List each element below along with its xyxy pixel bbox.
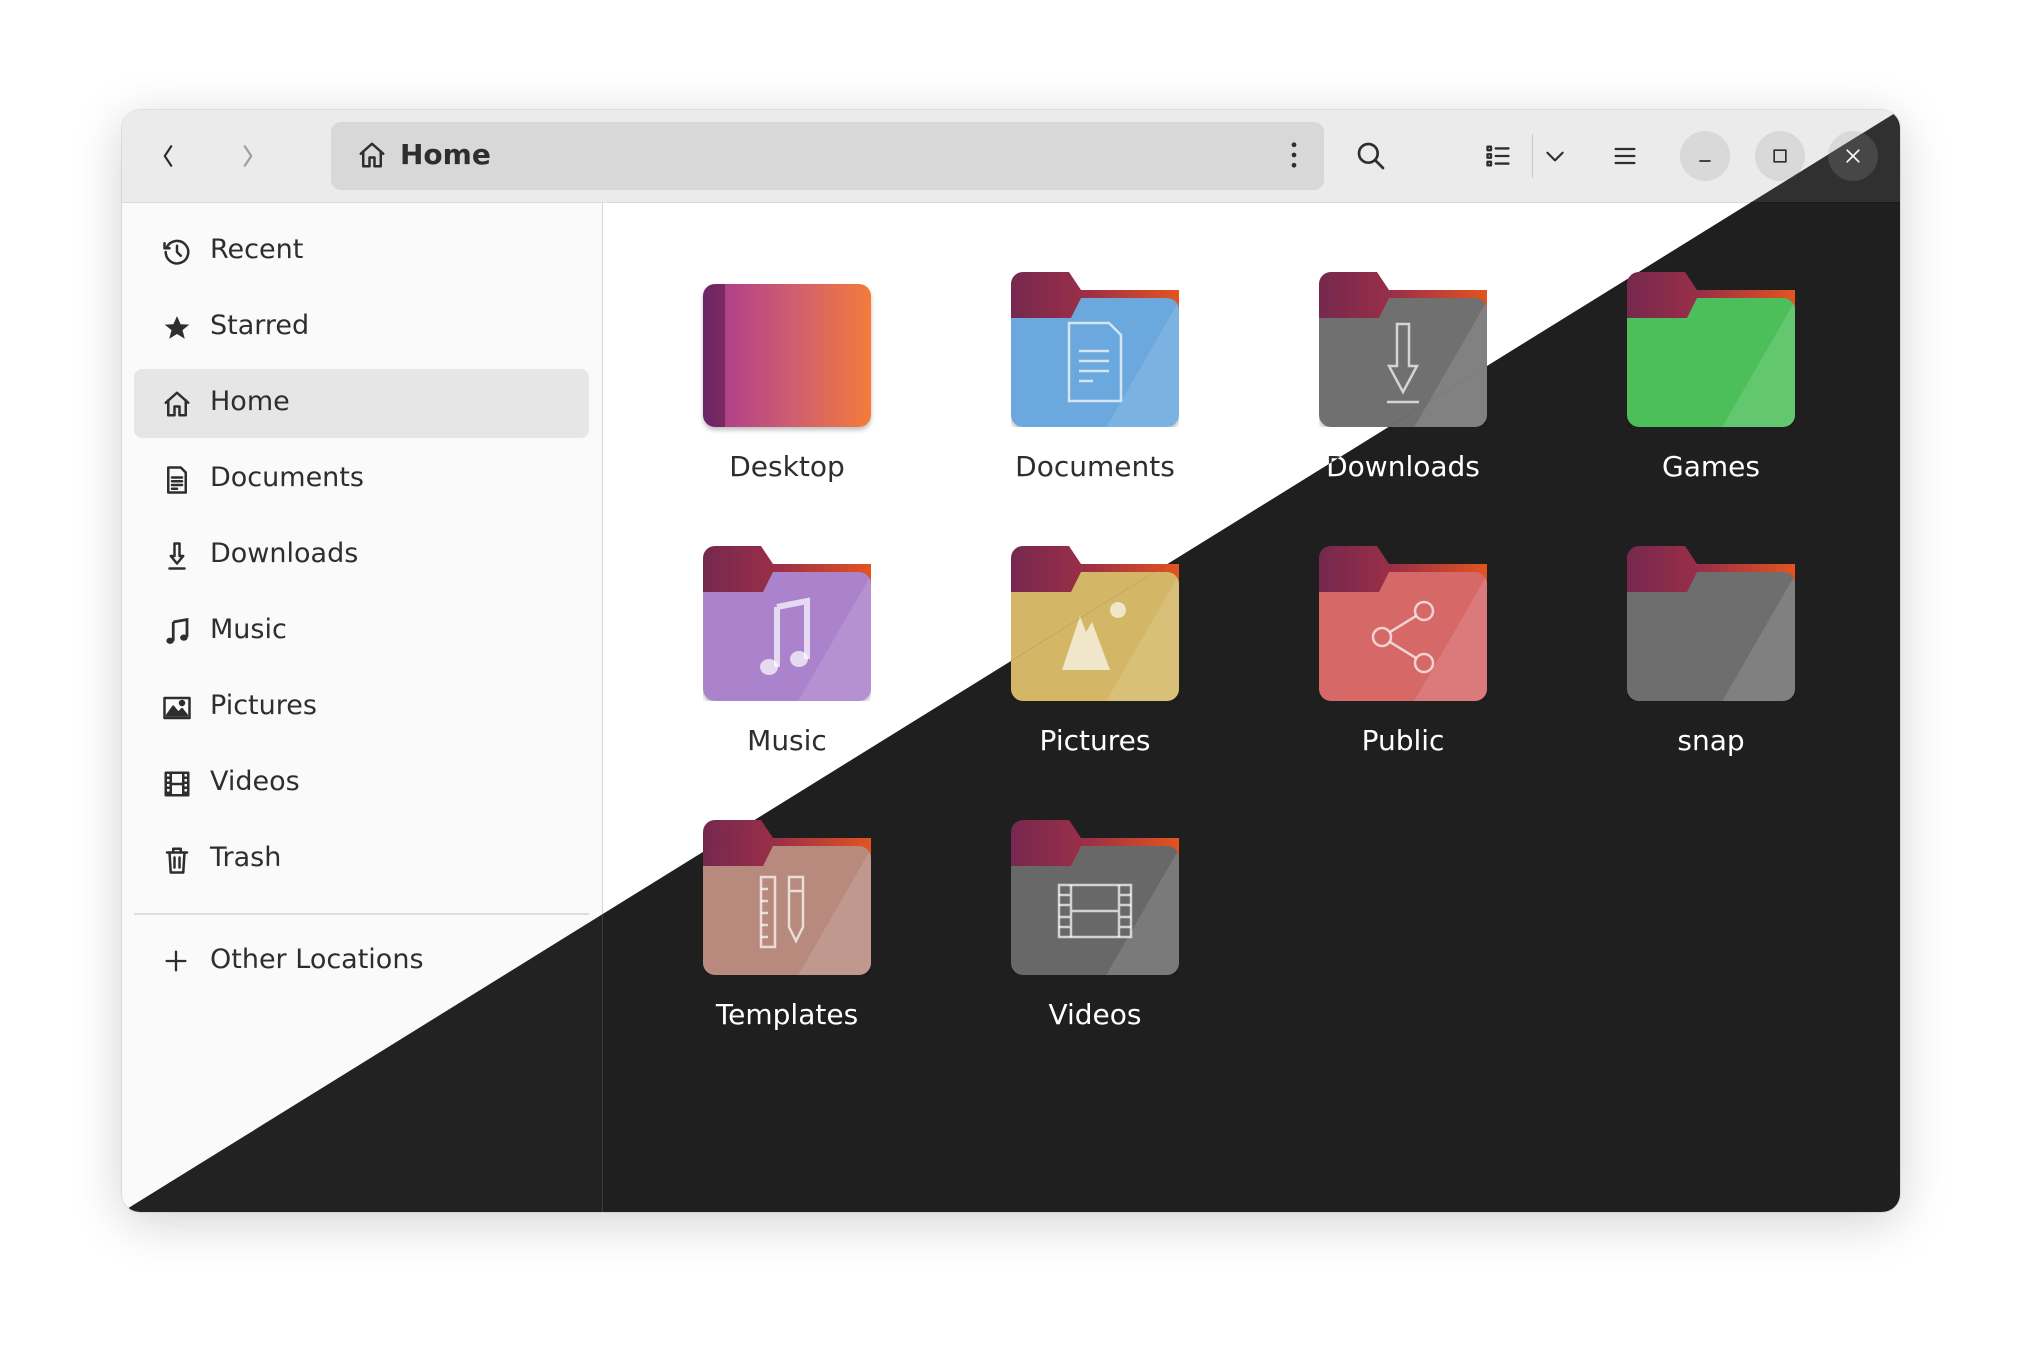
file-name: Templates (715, 998, 859, 1031)
view-toggle-button[interactable] (1474, 132, 1522, 180)
document-icon (162, 465, 192, 495)
star-icon (162, 313, 192, 343)
sidebar-item-label: Music (210, 614, 287, 645)
file-item-games[interactable]: Games (1557, 272, 1865, 542)
file-name: Desktop (729, 450, 845, 483)
music-note-icon (162, 617, 192, 647)
document-glyph-icon (1011, 298, 1179, 427)
close-icon (1843, 146, 1863, 166)
folder-icon (1627, 272, 1795, 427)
sidebar-item-label: Other Locations (210, 944, 424, 975)
file-item-snap[interactable]: snap (1557, 546, 1865, 816)
plus-icon (162, 947, 192, 977)
chevron-right-icon (235, 143, 261, 169)
download-icon (162, 541, 192, 571)
back-button[interactable] (144, 132, 192, 180)
sidebar-item-home[interactable]: Home (134, 369, 589, 438)
file-name: Games (1662, 450, 1760, 483)
sidebar-item-trash[interactable]: Trash (134, 825, 589, 894)
sidebar-item-label: Downloads (210, 538, 359, 569)
folder-icon (1011, 272, 1179, 427)
folder-icon (703, 546, 871, 701)
header-bar: Home (122, 110, 1900, 203)
file-name: Videos (1048, 998, 1142, 1031)
home-icon (162, 389, 192, 419)
file-name: Public (1361, 724, 1445, 757)
sidebar-item-label: Recent (210, 234, 304, 265)
sidebar-divider (134, 913, 589, 915)
file-item-documents[interactable]: Documents (941, 272, 1249, 542)
sidebar-item-label: Trash (210, 842, 282, 873)
minimize-icon (1695, 146, 1715, 166)
forward-button[interactable] (224, 132, 272, 180)
share-glyph-icon (1319, 572, 1487, 701)
sidebar-item-documents[interactable]: Documents (134, 445, 589, 514)
folder-icon (1627, 546, 1795, 701)
hamburger-menu-icon (1611, 142, 1639, 170)
template-glyph-icon (703, 846, 871, 975)
view-options-button[interactable] (1531, 132, 1579, 180)
sidebar-item-label: Documents (210, 462, 364, 493)
main-menu-button[interactable] (1601, 132, 1649, 180)
location-label: Home (400, 138, 491, 171)
chevron-left-icon (155, 143, 181, 169)
search-icon (1355, 140, 1387, 172)
clock-icon (162, 237, 192, 267)
sidebar-item-label: Videos (210, 766, 300, 797)
home-icon (357, 140, 387, 174)
file-item-videos[interactable]: Videos (941, 820, 1249, 1090)
music-glyph-icon (703, 572, 871, 701)
desktop-folder-body (703, 284, 871, 427)
sidebar-item-starred[interactable]: Starred (134, 293, 589, 362)
chevron-down-icon (1542, 143, 1568, 169)
file-manager-window: Home Recent Starred Home Documents Downloads M… (122, 110, 1900, 1212)
film-icon (162, 769, 192, 799)
sidebar-item-recent[interactable]: Recent (134, 217, 589, 286)
sidebar-item-downloads[interactable]: Downloads (134, 521, 589, 590)
kebab-menu-icon[interactable] (1290, 138, 1298, 176)
folder-icon (703, 820, 871, 975)
file-name: snap (1677, 724, 1745, 757)
sidebar-item-label: Starred (210, 310, 310, 341)
maximize-icon (1770, 146, 1790, 166)
folder-icon (703, 272, 871, 427)
picture-icon (162, 693, 192, 723)
file-item-public[interactable]: Public (1249, 546, 1557, 816)
file-item-desktop[interactable]: Desktop (633, 272, 941, 542)
file-name: Pictures (1039, 724, 1151, 757)
list-view-icon (1484, 142, 1512, 170)
search-button[interactable] (1347, 132, 1395, 180)
sidebar-item-pictures[interactable]: Pictures (134, 673, 589, 742)
sidebar-item-videos[interactable]: Videos (134, 749, 589, 818)
minimize-button[interactable] (1680, 131, 1730, 181)
sidebar-item-label: Home (210, 386, 290, 417)
file-name: Documents (1015, 450, 1175, 483)
sidebar-item-music[interactable]: Music (134, 597, 589, 666)
folder-icon (1011, 820, 1179, 975)
maximize-button[interactable] (1755, 131, 1805, 181)
location-bar[interactable]: Home (331, 122, 1324, 190)
trash-icon (162, 845, 192, 875)
sidebar-item-label: Pictures (210, 690, 317, 721)
film-glyph-icon (1011, 846, 1179, 975)
folder-icon (1319, 546, 1487, 701)
